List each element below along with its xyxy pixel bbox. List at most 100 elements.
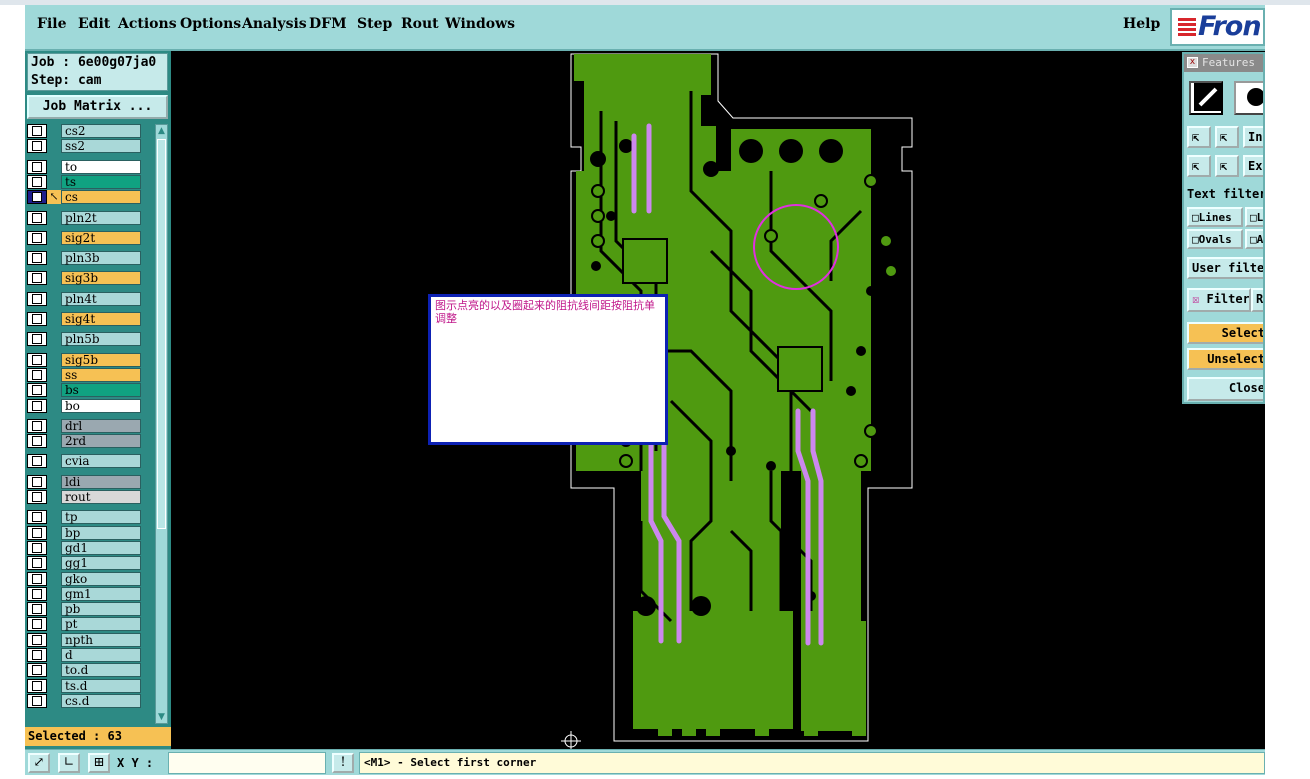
layer-row-cs2[interactable]: cs2 xyxy=(27,124,143,138)
layer-row-to[interactable]: to xyxy=(27,159,143,174)
menu-step[interactable]: Step xyxy=(357,16,392,32)
layer-row-sig3b[interactable]: sig3b xyxy=(27,271,143,286)
layer-row-cvia[interactable]: cvia xyxy=(27,454,143,469)
close-icon[interactable]: x xyxy=(1187,57,1198,68)
layer-row-pln4t[interactable]: pln4t xyxy=(27,291,143,306)
l-toggle[interactable]: □L xyxy=(1245,207,1263,227)
grid-button[interactable]: ⊞ xyxy=(88,753,110,773)
layer-row-drl[interactable]: drl xyxy=(27,418,143,433)
layer-row-sig2t[interactable]: sig2t xyxy=(27,230,143,245)
reset-button[interactable]: Re xyxy=(1251,288,1263,312)
layer-checkbox[interactable] xyxy=(27,602,47,617)
job-matrix-button[interactable]: Job Matrix ... xyxy=(27,95,168,119)
layer-checkbox[interactable] xyxy=(27,490,47,504)
close-button[interactable]: Close xyxy=(1187,377,1263,401)
layer-checkbox[interactable] xyxy=(27,251,47,266)
menu-options[interactable]: Options xyxy=(180,16,241,32)
menu-help[interactable]: Help xyxy=(1123,16,1160,32)
layer-row-ss[interactable]: ss xyxy=(27,367,143,382)
layer-checkbox[interactable] xyxy=(27,332,47,347)
layer-row-sig5b[interactable]: sig5b xyxy=(27,352,143,367)
unselect-button[interactable]: Unselect xyxy=(1187,348,1263,370)
layer-checkbox[interactable] xyxy=(27,540,47,555)
layer-checkbox[interactable] xyxy=(27,586,47,601)
layer-checkbox[interactable] xyxy=(27,678,47,693)
line-feature-button[interactable] xyxy=(1189,81,1223,115)
a-toggle[interactable]: □A xyxy=(1245,229,1263,249)
layer-checkbox[interactable] xyxy=(27,648,47,662)
layer-row-bs[interactable]: bs xyxy=(27,383,143,398)
layer-checkbox[interactable] xyxy=(27,210,47,225)
exclude-button[interactable]: Ex xyxy=(1243,155,1263,177)
layer-row-ss2[interactable]: ss2 xyxy=(27,139,143,154)
layer-checkbox[interactable] xyxy=(27,352,47,367)
layer-checkbox[interactable] xyxy=(27,454,47,469)
layer-checkbox[interactable] xyxy=(27,510,47,525)
layer-row-pt[interactable]: pt xyxy=(27,617,143,632)
layer-row-pb[interactable]: pb xyxy=(27,602,143,617)
menu-windows[interactable]: Windows xyxy=(445,16,515,32)
layer-row-2rd[interactable]: 2rd xyxy=(27,434,143,449)
layer-row-gko[interactable]: gko xyxy=(27,571,143,586)
layer-row-gm1[interactable]: gm1 xyxy=(27,586,143,601)
layer-row-gg1[interactable]: gg1 xyxy=(27,556,143,571)
layer-row-rout[interactable]: rout xyxy=(27,490,143,504)
layer-checkbox[interactable] xyxy=(27,190,47,205)
layer-row-bo[interactable]: bo xyxy=(27,398,143,413)
layer-checkbox[interactable] xyxy=(27,291,47,306)
layer-checkbox[interactable] xyxy=(27,418,47,433)
layer-row-ts[interactable]: ts xyxy=(27,174,143,189)
layer-checkbox[interactable] xyxy=(27,663,47,678)
arrow-select-button-1[interactable]: ⇱ xyxy=(1187,126,1211,148)
layer-row-to-d[interactable]: to.d xyxy=(27,663,143,678)
layer-row-ts-d[interactable]: ts.d xyxy=(27,678,143,693)
layer-checkbox[interactable] xyxy=(27,434,47,449)
filter-checkbox[interactable]: ☒ Filter xyxy=(1187,288,1251,312)
layer-checkbox[interactable] xyxy=(27,556,47,571)
layer-row-gd1[interactable]: gd1 xyxy=(27,540,143,555)
menu-analysis[interactable]: Analysis xyxy=(242,16,307,32)
layer-checkbox[interactable] xyxy=(27,525,47,540)
include-button[interactable]: In xyxy=(1243,126,1263,148)
xy-coordinate-input[interactable] xyxy=(168,752,326,774)
graphic-canvas[interactable]: 图示点亮的以及圈起来的阻抗线间距按阻抗单调整 xyxy=(171,51,1182,751)
layer-scrollbar[interactable]: ▲ ▼ xyxy=(155,124,168,724)
layer-row-pln2t[interactable]: pln2t xyxy=(27,210,143,225)
layer-row-sig4t[interactable]: sig4t xyxy=(27,312,143,326)
scroll-thumb[interactable] xyxy=(157,139,166,529)
alert-icon[interactable]: ! xyxy=(332,753,354,773)
layer-checkbox[interactable] xyxy=(27,474,47,489)
layer-checkbox[interactable] xyxy=(27,632,47,647)
layer-checkbox[interactable] xyxy=(27,312,47,326)
lines-toggle[interactable]: □Lines xyxy=(1187,207,1243,227)
layer-row-cs[interactable]: ↖ cs xyxy=(27,190,143,205)
layer-row-pln3b[interactable]: pln3b xyxy=(27,251,143,266)
arrow-select-button-3[interactable]: ⇱ xyxy=(1187,155,1211,177)
layer-row-bp[interactable]: bp xyxy=(27,525,143,540)
layer-checkbox[interactable] xyxy=(27,271,47,286)
layer-row-ldi[interactable]: ldi xyxy=(27,474,143,489)
annotation-note[interactable]: 图示点亮的以及圈起来的阻抗线间距按阻抗单调整 xyxy=(428,294,668,445)
arrow-select-button-4[interactable]: ⇱ xyxy=(1215,155,1239,177)
arrow-select-button-2[interactable]: ⇱ xyxy=(1215,126,1239,148)
select-button[interactable]: Select xyxy=(1187,322,1263,344)
layer-row-d[interactable]: d xyxy=(27,648,143,662)
user-filter-button[interactable]: User filter xyxy=(1187,257,1263,279)
layer-row-cs-d[interactable]: cs.d xyxy=(27,693,143,708)
menu-file[interactable]: File xyxy=(37,16,66,32)
menu-rout[interactable]: Rout xyxy=(401,16,439,32)
scroll-down-icon[interactable]: ▼ xyxy=(156,711,167,723)
layer-checkbox[interactable] xyxy=(27,693,47,708)
layer-row-tp[interactable]: tp xyxy=(27,510,143,525)
layer-checkbox[interactable] xyxy=(27,398,47,413)
pad-feature-button[interactable] xyxy=(1234,81,1263,115)
ovals-toggle[interactable]: □Ovals xyxy=(1187,229,1243,249)
layer-checkbox[interactable] xyxy=(27,139,47,154)
snap-button[interactable]: ∟ xyxy=(58,753,80,773)
menu-dfm[interactable]: DFM xyxy=(309,16,347,32)
layer-row-pln5b[interactable]: pln5b xyxy=(27,332,143,347)
layer-checkbox[interactable] xyxy=(27,230,47,245)
layer-checkbox[interactable] xyxy=(27,571,47,586)
layer-checkbox[interactable] xyxy=(27,159,47,174)
menu-actions[interactable]: Actions xyxy=(118,16,177,32)
